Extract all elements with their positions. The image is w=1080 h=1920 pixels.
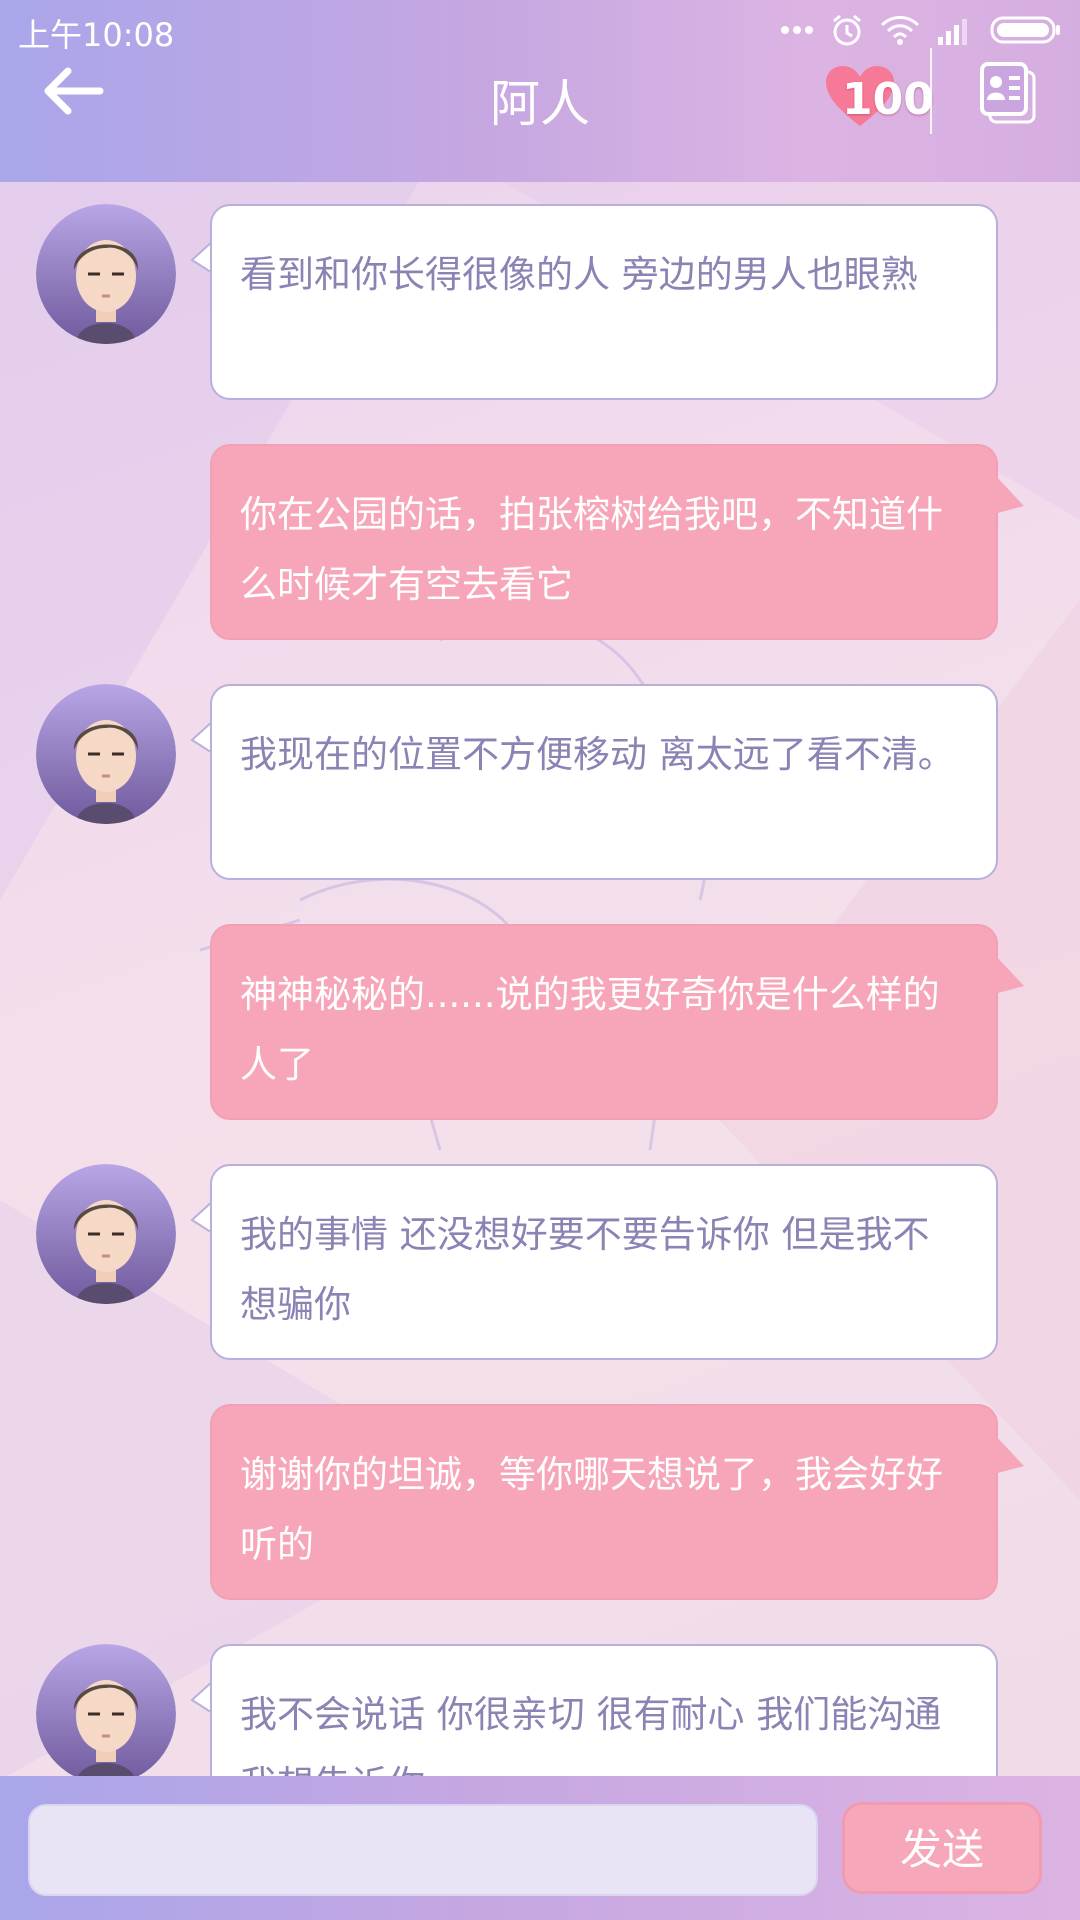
status-icons (780, 12, 1062, 48)
contact-avatar[interactable] (36, 684, 176, 824)
contact-avatar[interactable] (36, 1644, 176, 1776)
message-bubble[interactable]: 你在公园的话，拍张榕树给我吧，不知道什么时候才有空去看它 (210, 444, 998, 640)
avatar-illustration (36, 1164, 176, 1304)
incoming-message: 我的事情 还没想好要不要告诉你 但是我不想骗你 (0, 1164, 1080, 1364)
incoming-message: 我现在的位置不方便移动 离太远了看不清。 (0, 684, 1080, 884)
affection-badge[interactable]: 100 (824, 62, 934, 132)
profile-button[interactable] (978, 62, 1038, 124)
battery-icon (990, 16, 1060, 44)
bubble-tail (994, 1434, 1024, 1474)
send-button[interactable]: 发送 (842, 1802, 1042, 1894)
outgoing-message: 谢谢你的坦诚，等你哪天想说了，我会好好听的 (0, 1404, 1080, 1604)
header-bar: 上午10:08 阿人 100 (0, 0, 1080, 182)
message-text: 神神秘秘的......说的我更好奇你是什么样的人了 (240, 973, 940, 1086)
message-text: 我现在的位置不方便移动 离太远了看不清。 (240, 733, 955, 776)
wifi-icon (880, 16, 920, 45)
avatar-illustration (36, 684, 176, 824)
signal-icon (938, 19, 967, 45)
avatar-illustration (36, 1644, 176, 1776)
message-list[interactable]: 看到和你长得很像的人 旁边的男人也眼熟你在公园的话，拍张榕树给我吧，不知道什么时… (0, 182, 1080, 1776)
input-bar: 发送 (0, 1776, 1080, 1920)
more-dots-icon (781, 26, 813, 34)
message-text: 谢谢你的坦诚，等你哪天想说了，我会好好听的 (240, 1453, 943, 1566)
message-bubble[interactable]: 我不会说话 你很亲切 很有耐心 我们能沟通 我想告诉你 (210, 1644, 998, 1776)
incoming-message: 我不会说话 你很亲切 很有耐心 我们能沟通 我想告诉你 (0, 1644, 1080, 1776)
message-bubble[interactable]: 神神秘秘的......说的我更好奇你是什么样的人了 (210, 924, 998, 1120)
message-bubble[interactable]: 谢谢你的坦诚，等你哪天想说了，我会好好听的 (210, 1404, 998, 1600)
bubble-tail (994, 474, 1024, 514)
alarm-icon (833, 14, 861, 46)
message-bubble[interactable]: 看到和你长得很像的人 旁边的男人也眼熟 (210, 204, 998, 400)
bubble-tail (994, 954, 1024, 994)
contact-avatar[interactable] (36, 1164, 176, 1304)
outgoing-message: 神神秘秘的......说的我更好奇你是什么样的人了 (0, 924, 1080, 1124)
message-text: 看到和你长得很像的人 旁边的男人也眼熟 (240, 253, 918, 296)
avatar-illustration (36, 204, 176, 344)
message-text: 我的事情 还没想好要不要告诉你 但是我不想骗你 (240, 1213, 930, 1326)
affection-count: 100 (842, 74, 934, 125)
message-input[interactable] (28, 1804, 818, 1896)
profile-card-icon (980, 62, 1036, 124)
message-text: 我不会说话 你很亲切 很有耐心 我们能沟通 我想告诉你 (240, 1693, 942, 1776)
chat-screen: 上午10:08 阿人 100 看到和你长得很像的人 旁边的男人也眼熟 你在公园的… (0, 0, 1080, 1920)
header-divider (930, 48, 932, 134)
message-bubble[interactable]: 我现在的位置不方便移动 离太远了看不清。 (210, 684, 998, 880)
status-time: 上午10:08 (18, 16, 175, 54)
message-bubble[interactable]: 我的事情 还没想好要不要告诉你 但是我不想骗你 (210, 1164, 998, 1360)
outgoing-message: 你在公园的话，拍张榕树给我吧，不知道什么时候才有空去看它 (0, 444, 1080, 644)
contact-avatar[interactable] (36, 204, 176, 344)
message-text: 你在公园的话，拍张榕树给我吧，不知道什么时候才有空去看它 (240, 493, 943, 606)
incoming-message: 看到和你长得很像的人 旁边的男人也眼熟 (0, 204, 1080, 404)
